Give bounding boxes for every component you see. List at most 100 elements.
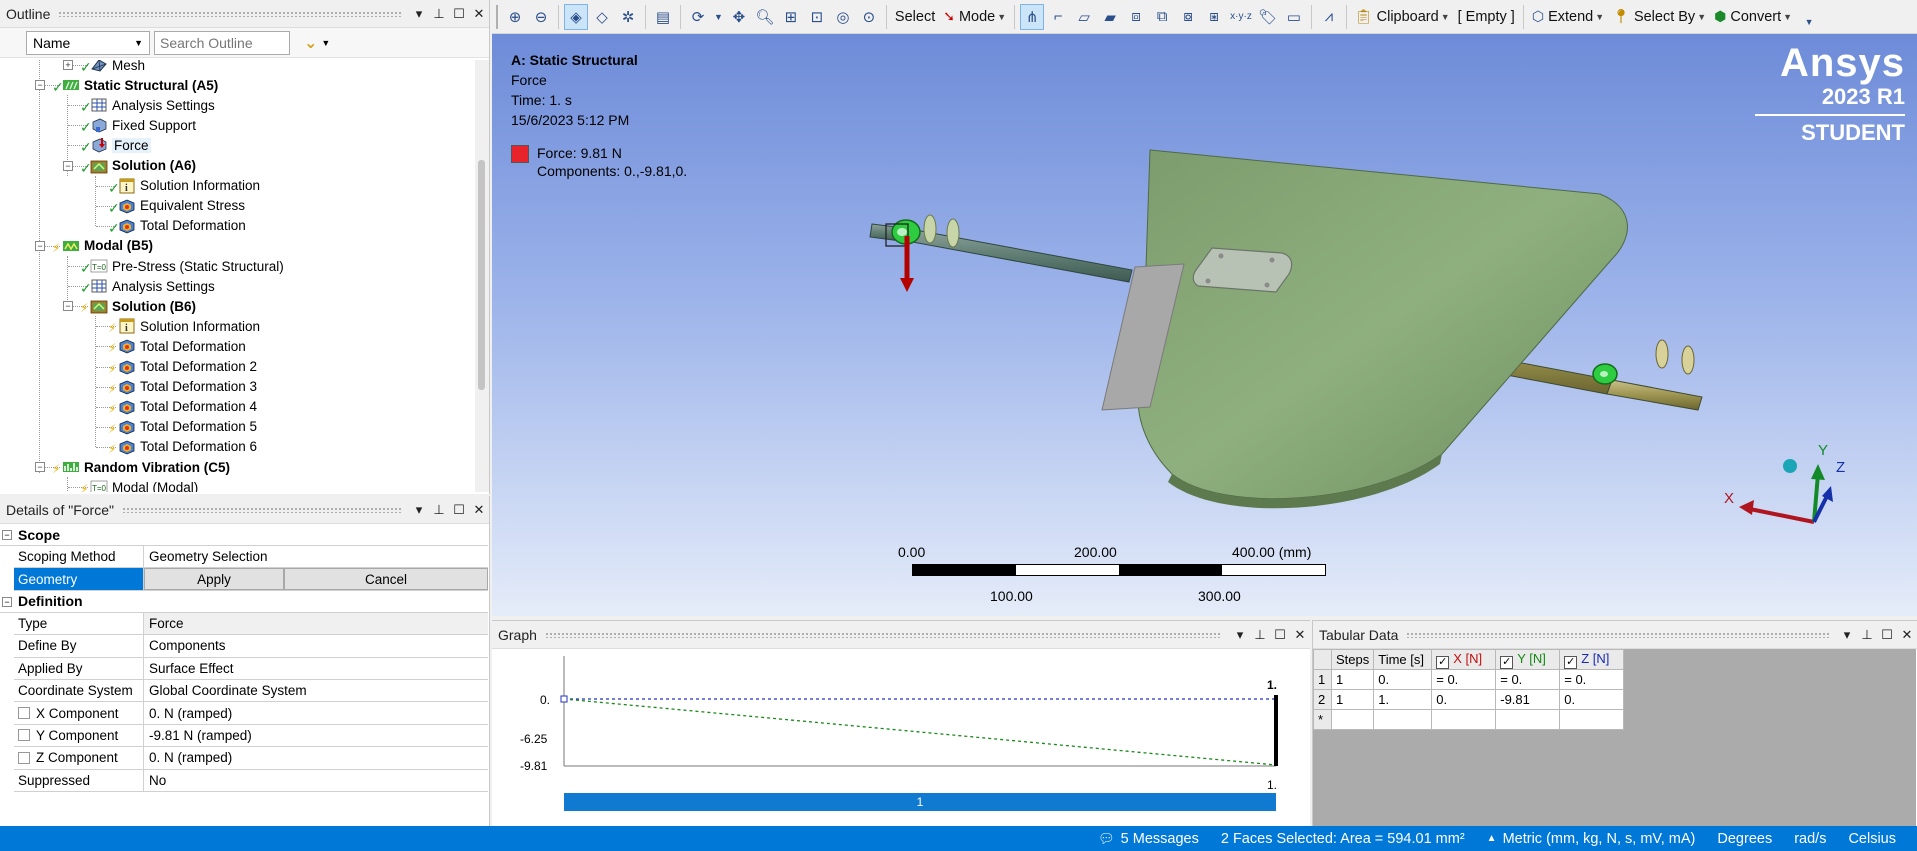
outline-item[interactable]: ⚡ Total Deformation 3: [0, 377, 476, 397]
panel-menu-icon[interactable]: ▾: [409, 500, 429, 520]
outline-item[interactable]: + ✓ Mesh: [0, 60, 476, 75]
annotation-icon[interactable]: ▭: [1282, 4, 1306, 30]
maximize-icon[interactable]: ☐: [449, 4, 469, 24]
panel-menu-icon[interactable]: ▾: [1837, 625, 1857, 645]
x-component-row[interactable]: X Component 0. N (ramped): [14, 702, 488, 725]
outline-item[interactable]: − ✓ Solution (A6): [0, 156, 476, 176]
panel-menu-icon[interactable]: ▾: [409, 4, 429, 24]
zoom-icon[interactable]: 🔍︎: [753, 4, 777, 30]
search-outline-input[interactable]: [154, 30, 290, 55]
scroll-thumb[interactable]: [478, 160, 485, 390]
close-icon[interactable]: ✕: [1290, 625, 1310, 645]
col-y[interactable]: ✓ Y [N]: [1495, 649, 1561, 670]
row-value[interactable]: Geometry Selection: [144, 546, 488, 567]
row-value[interactable]: -9.81 N (ramped): [144, 725, 488, 746]
geometry-row[interactable]: Geometry Apply Cancel: [14, 568, 488, 591]
maximize-icon[interactable]: ☐: [1877, 625, 1897, 645]
mode-dropdown[interactable]: ➘ Mode ▼: [939, 4, 1010, 30]
cancel-button[interactable]: Cancel: [284, 568, 488, 590]
cell-time[interactable]: 1.: [1373, 689, 1433, 710]
select-mesh-icon[interactable]: ⧆: [1202, 4, 1226, 30]
rotate-icon[interactable]: ⟳: [686, 4, 710, 30]
cell-y[interactable]: = 0.: [1495, 669, 1561, 690]
applied-by-row[interactable]: Applied By Surface Effect: [14, 657, 488, 680]
col-z[interactable]: ✓ Z [N]: [1559, 649, 1625, 670]
row-value[interactable]: No: [144, 770, 488, 791]
select-node-icon[interactable]: ⧈: [1124, 4, 1148, 30]
select-face-icon[interactable]: ▱: [1072, 4, 1096, 30]
table-row[interactable]: 1 1 0. = 0. = 0. = 0.: [1313, 669, 1625, 690]
drag-grip[interactable]: [544, 631, 1222, 638]
maximize-icon[interactable]: ☐: [449, 500, 469, 520]
outline-item[interactable]: ⚡ Total Deformation 5: [0, 417, 476, 437]
zoom-in-icon[interactable]: ⊕: [503, 4, 527, 30]
outline-item[interactable]: ⚡ Total Deformation 6: [0, 437, 476, 457]
outline-item[interactable]: ⚡ Total Deformation 4: [0, 397, 476, 417]
outline-item[interactable]: ⚡ Total Deformation: [0, 336, 476, 356]
col-steps[interactable]: Steps: [1330, 649, 1375, 670]
step-timeline-bar[interactable]: 1: [564, 793, 1276, 811]
pin-icon[interactable]: ⊥: [1250, 625, 1270, 645]
outline-item[interactable]: i ✓ Solution Information: [0, 176, 476, 196]
coordinates-icon[interactable]: x·y·z: [1228, 4, 1254, 30]
select-body-icon[interactable]: ▰: [1098, 4, 1122, 30]
col-time[interactable]: Time [s]: [1373, 649, 1433, 670]
outline-item[interactable]: T=0 ⚡ Modal (Modal): [0, 477, 476, 492]
label-icon[interactable]: 🏷︎: [1256, 4, 1280, 30]
angle-unit[interactable]: Degrees: [1706, 831, 1783, 847]
outline-scrollbar[interactable]: [475, 60, 489, 492]
cell-z[interactable]: 0.: [1559, 689, 1625, 710]
drag-grip[interactable]: [121, 506, 401, 513]
outline-item[interactable]: ✓ Analysis Settings: [0, 276, 476, 296]
cell-x[interactable]: [1431, 709, 1497, 730]
row-value[interactable]: Global Coordinate System: [144, 680, 488, 701]
col-x[interactable]: ✓ X [N]: [1431, 649, 1497, 670]
outline-item[interactable]: − ✓ Static Structural (A5): [0, 75, 476, 95]
coordinate-system-row[interactable]: Coordinate System Global Coordinate Syste…: [14, 679, 488, 703]
drag-grip[interactable]: [1406, 631, 1829, 638]
cell-y[interactable]: -9.81: [1495, 689, 1561, 710]
row-value[interactable]: 0. N (ramped): [144, 702, 488, 723]
unit-system[interactable]: ▲ Metric (mm, kg, N, s, mV, mA): [1476, 831, 1707, 847]
rate-unit[interactable]: rad/s: [1783, 831, 1837, 847]
cell-steps[interactable]: 1: [1330, 669, 1375, 690]
pin-icon[interactable]: ⊥: [429, 500, 449, 520]
collapse-icon[interactable]: −: [35, 240, 45, 251]
magnifier-icon[interactable]: ◎: [831, 4, 855, 30]
filter-type-select[interactable]: Name ▼: [26, 30, 150, 55]
collapse-icon[interactable]: −: [63, 160, 73, 171]
parameter-checkbox[interactable]: [18, 751, 30, 764]
outline-item[interactable]: − ⚡ Solution (B6): [0, 296, 476, 316]
cell-x[interactable]: 0.: [1431, 689, 1497, 710]
outline-item[interactable]: ✓ Total Deformation: [0, 216, 476, 236]
row-value[interactable]: Force: [144, 612, 488, 635]
cell-time[interactable]: 0.: [1373, 669, 1433, 690]
outline-item[interactable]: ✓ Equivalent Stress: [0, 196, 476, 216]
table-row[interactable]: 2 1 1. 0. -9.81 0.: [1313, 689, 1625, 710]
collapse-icon[interactable]: −: [63, 301, 73, 312]
collapse-icon[interactable]: −: [35, 80, 45, 91]
close-icon[interactable]: ✕: [1897, 625, 1917, 645]
close-icon[interactable]: ✕: [469, 4, 489, 24]
select-element-icon[interactable]: ⧇: [1176, 4, 1200, 30]
parameter-checkbox[interactable]: [18, 707, 30, 720]
dropdown-arrow-icon[interactable]: ▼: [321, 38, 330, 48]
cell-y[interactable]: [1495, 709, 1561, 730]
expand-filter-icon[interactable]: ⌄: [304, 33, 317, 53]
pan-icon[interactable]: ✥: [727, 4, 751, 30]
cell-z[interactable]: [1559, 709, 1625, 730]
outline-item[interactable]: ✓ Fixed Support: [0, 115, 476, 135]
cell-x[interactable]: = 0.: [1431, 669, 1497, 690]
dropdown-arrow-icon[interactable]: ▼: [712, 4, 725, 30]
graphics-viewport[interactable]: A: Static Structural Force Time: 1. s 15…: [492, 34, 1917, 616]
define-by-row[interactable]: Define By Components: [14, 635, 488, 658]
outline-item[interactable]: − ⚡ Modal (B5): [0, 236, 476, 256]
panel-menu-icon[interactable]: ▾: [1230, 625, 1250, 645]
scope-section-header[interactable]: − Scope: [0, 524, 488, 546]
select-element-face-icon[interactable]: ⧉: [1150, 4, 1174, 30]
cell-time[interactable]: [1373, 709, 1433, 730]
type-row[interactable]: Type Force: [14, 612, 488, 636]
collapse-icon[interactable]: −: [2, 530, 12, 540]
check-icon[interactable]: ✓: [1500, 655, 1514, 669]
check-icon[interactable]: ✓: [1436, 655, 1450, 669]
